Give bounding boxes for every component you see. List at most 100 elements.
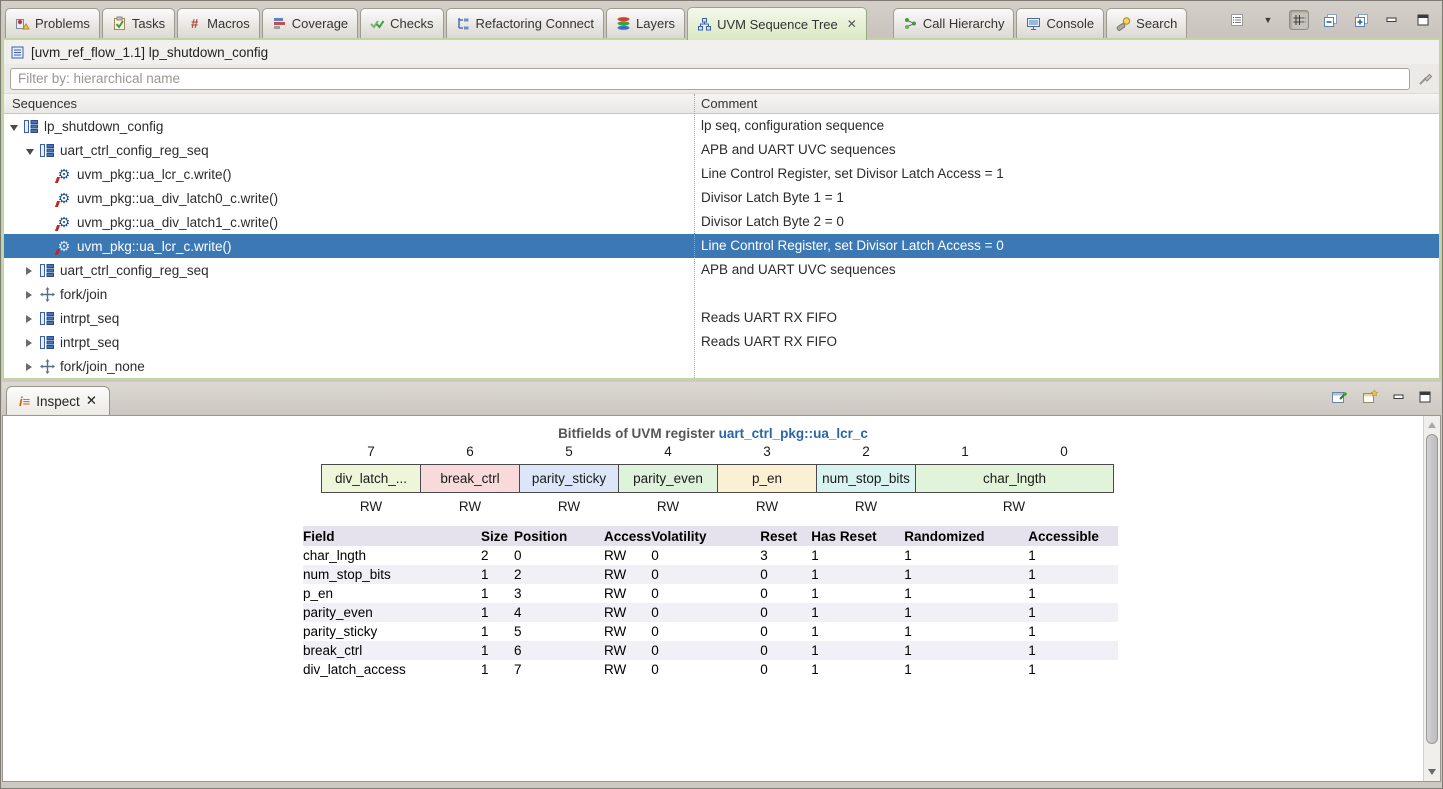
tree-row[interactable]: intrpt_seq Reads UART RX FIFO — [4, 306, 1439, 330]
tree-row[interactable]: ⚙ uvm_pkg::ua_lcr_c.write() Line Control… — [4, 162, 1439, 186]
bitfield-access: RW — [747, 499, 787, 514]
tree-row-comment: Line Control Register, set Divisor Latch… — [701, 162, 1004, 186]
tree-row-label: uvm_pkg::ua_lcr_c.write() — [77, 167, 232, 182]
bitfield-box: parity_even — [618, 464, 718, 493]
view-toolbar: ▼ — [1227, 10, 1433, 30]
tree-row[interactable]: ⚙ uvm_pkg::ua_div_latch0_c.write() Divis… — [4, 186, 1439, 210]
minimize-view-button[interactable] — [1393, 391, 1405, 403]
tab-layers[interactable]: Layers — [606, 8, 685, 38]
col-header: Size — [481, 526, 514, 546]
expand-all-button[interactable] — [1351, 10, 1371, 30]
col-header: Reset — [760, 526, 811, 546]
tree-row[interactable]: fork/join — [4, 282, 1439, 306]
scrollbar-thumb[interactable] — [1426, 434, 1438, 744]
sequence-tree-table: Sequences Comment lp_shutdown_config lp … — [4, 94, 1439, 378]
expand-arrow-icon[interactable] — [26, 359, 36, 374]
macros-hash-icon: # — [187, 16, 202, 31]
expand-arrow-icon[interactable] — [26, 335, 36, 350]
expand-arrow-icon[interactable] — [26, 311, 36, 326]
bitfield-box: p_en — [717, 464, 817, 493]
tree-row[interactable]: fork/join_none — [4, 354, 1439, 378]
register-write-gear-icon: ⚙ — [56, 238, 72, 254]
register-name-link[interactable]: uart_ctrl_pkg::ua_lcr_c — [719, 426, 868, 441]
console-icon — [1026, 16, 1041, 31]
new-inspect-view-button[interactable] — [1362, 389, 1379, 405]
tab-call-hierarchy[interactable]: Call Hierarchy — [893, 8, 1015, 38]
tree-row[interactable]: uart_ctrl_config_reg_seq APB and UART UV… — [4, 258, 1439, 282]
tab-inspect[interactable]: i≡ Inspect ✕ — [6, 386, 110, 415]
collapse-all-button[interactable] — [1320, 10, 1340, 30]
tree-row[interactable]: lp_shutdown_config lp seq, configuration… — [4, 114, 1439, 138]
tab-label: Call Hierarchy — [923, 16, 1005, 31]
link-with-editor-toggle[interactable] — [1289, 10, 1309, 30]
bit-index: 3 — [755, 444, 779, 459]
view-tab-bar: Problems Tasks # Macros Coverage Checks — [2, 1, 1441, 40]
register-write-gear-icon: ⚙ — [56, 190, 72, 206]
expand-arrow-icon[interactable] — [26, 287, 36, 302]
expand-arrow-icon[interactable] — [26, 263, 36, 278]
collapse-arrow-icon[interactable] — [10, 119, 20, 134]
tree-row-label: fork/join_none — [60, 359, 145, 374]
pin-editor-button[interactable] — [1331, 389, 1348, 405]
tab-tasks[interactable]: Tasks — [102, 8, 175, 38]
tree-row[interactable]: uart_ctrl_config_reg_seq APB and UART UV… — [4, 138, 1439, 162]
tree-row-label: uvm_pkg::ua_div_latch1_c.write() — [77, 215, 278, 230]
column-separator[interactable] — [694, 94, 695, 378]
dropdown-arrow-icon: ▼ — [1264, 15, 1273, 25]
view-menu-button[interactable] — [1227, 10, 1247, 30]
close-icon[interactable]: ✕ — [86, 393, 97, 409]
tab-label: Search — [1136, 16, 1177, 31]
bitfields-title-prefix: Bitfields of UVM register — [558, 426, 715, 441]
tab-uvm-sequence-tree[interactable]: UVM Sequence Tree ✕ — [687, 7, 867, 40]
scroll-down-arrow-icon[interactable] — [1428, 769, 1436, 775]
view-menu-dropdown-button[interactable]: ▼ — [1258, 10, 1278, 30]
tab-label: UVM Sequence Tree — [717, 17, 838, 32]
tab-problems[interactable]: Problems — [5, 8, 100, 38]
column-header-comment: Comment — [701, 96, 757, 111]
sequence-icon — [39, 310, 55, 326]
tab-refactoring-connect[interactable]: Refactoring Connect — [446, 8, 605, 38]
inspect-tab-bar: i≡ Inspect ✕ — [2, 382, 1441, 415]
tab-console[interactable]: Console — [1016, 8, 1104, 38]
tree-row-selected[interactable]: ⚙ uvm_pkg::ua_lcr_c.write() Line Control… — [4, 234, 1439, 258]
tree-row-label: fork/join — [60, 287, 107, 302]
close-icon[interactable]: ✕ — [847, 17, 857, 31]
maximize-view-button[interactable] — [1413, 10, 1433, 30]
bitfields-table: Field Size Position Access Volatility Re… — [303, 526, 1118, 679]
vertical-scrollbar[interactable] — [1423, 416, 1440, 781]
table-row: num_stop_bits12RW00111 — [303, 565, 1118, 584]
tab-label: Macros — [207, 16, 250, 31]
bitfield-access: RW — [994, 499, 1034, 514]
filter-input[interactable] — [10, 68, 1410, 90]
clear-filter-broom-icon[interactable] — [1417, 71, 1433, 87]
dvt-eclipse-window: Problems Tasks # Macros Coverage Checks — [0, 0, 1443, 789]
tab-coverage[interactable]: Coverage — [262, 8, 358, 38]
bitfield-box: div_latch_... — [321, 464, 421, 493]
tab-label: Problems — [35, 16, 90, 31]
bit-index: 1 — [953, 444, 977, 459]
tree-row-label: uvm_pkg::ua_div_latch0_c.write() — [77, 191, 278, 206]
tab-search[interactable]: Search — [1106, 8, 1187, 38]
refactoring-icon — [456, 16, 471, 31]
tree-row-comment: Line Control Register, set Divisor Latch… — [701, 234, 1004, 258]
minimize-view-button[interactable] — [1382, 10, 1402, 30]
coverage-icon — [272, 16, 287, 31]
tab-checks[interactable]: Checks — [360, 8, 443, 38]
maximize-view-button[interactable] — [1419, 391, 1431, 403]
problems-icon — [15, 16, 30, 31]
col-header: Randomized — [904, 526, 1028, 546]
bit-index: 0 — [1052, 444, 1076, 459]
expand-all-icon — [1354, 13, 1369, 28]
bitfield-access: RW — [648, 499, 688, 514]
tab-label: Coverage — [292, 16, 348, 31]
tree-row[interactable]: intrpt_seq Reads UART RX FIFO — [4, 330, 1439, 354]
checks-icon — [370, 16, 385, 31]
call-hierarchy-icon — [903, 16, 918, 31]
scroll-up-arrow-icon[interactable] — [1428, 422, 1436, 428]
sequence-tree-small-icon — [10, 45, 25, 60]
tab-macros[interactable]: # Macros — [177, 8, 260, 38]
collapse-arrow-icon[interactable] — [26, 143, 36, 158]
tree-row[interactable]: ⚙ uvm_pkg::ua_div_latch1_c.write() Divis… — [4, 210, 1439, 234]
bit-index: 6 — [458, 444, 482, 459]
tree-row-label: lp_shutdown_config — [44, 119, 163, 134]
